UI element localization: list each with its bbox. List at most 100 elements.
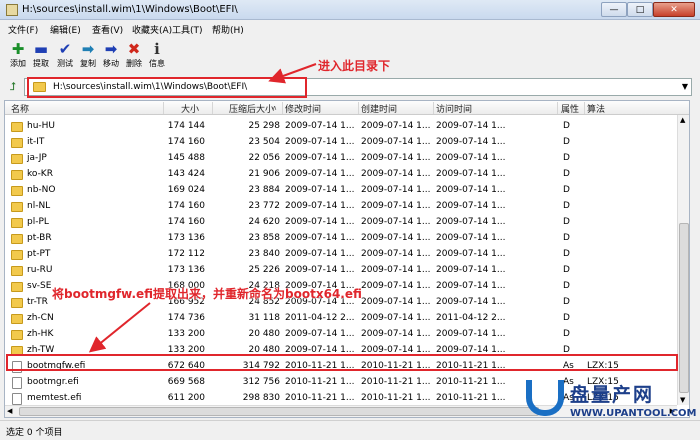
file-packed-size: 25 226	[248, 265, 281, 275]
file-size: 173 136	[167, 265, 205, 275]
minimize-button[interactable]: —	[601, 2, 627, 17]
file-row[interactable]: pl-PL 174 160 24 620 2009-07-14 1... 2009-07…	[5, 215, 677, 231]
file-row[interactable]: zh-CN 174 736 31 118 2011-04-12 2... 2009-07…	[5, 311, 677, 327]
file-size: 174 736	[167, 313, 205, 323]
file-name: sv-SE	[27, 281, 52, 291]
info-button[interactable]: ℹ 信息	[145, 40, 169, 72]
scroll-left-icon[interactable]: ◀	[7, 407, 12, 415]
annotation-extract-note: 将bootmgfw.efi提取出来，并重新命名为bootx64.efi	[52, 287, 362, 301]
column-divider[interactable]	[358, 102, 359, 114]
column-divider[interactable]	[433, 102, 434, 114]
file-created: 2010-11-21 1...	[361, 377, 431, 387]
title-bar: H:\sources\install.wim\1\Windows\Boot\EF…	[0, 0, 700, 20]
file-row[interactable]: pt-BR 173 136 23 858 2009-07-14 1... 2009-07…	[5, 231, 677, 247]
column-divider[interactable]	[584, 102, 585, 114]
column-divider[interactable]	[557, 102, 558, 114]
file-accessed: 2009-07-14 1...	[436, 329, 506, 339]
delete-icon: ✖	[127, 40, 141, 58]
column-modified[interactable]: 修改时间	[285, 102, 321, 115]
file-modified: 2010-11-21 1...	[285, 393, 355, 403]
scroll-thumb-horizontal[interactable]	[19, 407, 539, 416]
column-divider[interactable]	[212, 102, 213, 114]
file-created: 2010-11-21 1...	[361, 393, 431, 403]
menu-tools[interactable]: 工具(T)	[172, 23, 203, 36]
file-name: zh-HK	[27, 329, 54, 339]
address-highlight-box	[27, 77, 307, 98]
file-packed-size: 22 056	[248, 153, 281, 163]
status-text: 选定 0 个项目	[6, 428, 63, 438]
file-icon	[12, 393, 22, 405]
file-packed-size: 24 620	[248, 217, 281, 227]
file-modified: 2009-07-14 1...	[285, 233, 355, 243]
file-row[interactable]: nl-NL 174 160 23 772 2009-07-14 1... 2009-07…	[5, 199, 677, 215]
file-name: ru-RU	[27, 265, 53, 275]
column-attributes[interactable]: 属性	[561, 102, 579, 115]
column-divider[interactable]	[282, 102, 283, 114]
menu-edit[interactable]: 编辑(E)	[50, 23, 81, 36]
file-modified: 2009-07-14 1...	[285, 137, 355, 147]
file-created: 2009-07-14 1...	[361, 137, 431, 147]
file-name: ko-KR	[27, 169, 53, 179]
file-accessed: 2009-07-14 1...	[436, 281, 506, 291]
file-row[interactable]: zh-HK 133 200 20 480 2009-07-14 1... 2009-07…	[5, 327, 677, 343]
folder-icon	[11, 250, 23, 260]
file-row[interactable]: pt-PT 172 112 23 840 2009-07-14 1... 2009-07…	[5, 247, 677, 263]
file-created: 2009-07-14 1...	[361, 297, 431, 307]
file-packed-size: 23 840	[248, 249, 281, 259]
add-icon: ✚	[11, 40, 25, 58]
sort-ascending-icon: ∧	[272, 104, 278, 112]
file-row[interactable]: nb-NO 169 024 23 884 2009-07-14 1... 2009-07…	[5, 183, 677, 199]
column-size[interactable]: 大小	[181, 102, 199, 115]
maximize-button[interactable]: □	[627, 2, 653, 17]
vertical-scrollbar[interactable]: ▲ ▼	[677, 115, 689, 405]
column-divider[interactable]	[163, 102, 164, 114]
file-row[interactable]: hu-HU 174 144 25 298 2009-07-14 1... 2009-07…	[5, 119, 677, 135]
file-name: memtest.efi	[27, 393, 82, 403]
column-created[interactable]: 创建时间	[361, 102, 397, 115]
file-row[interactable]: ko-KR 143 424 21 906 2009-07-14 1... 2009-07…	[5, 167, 677, 183]
menu-view[interactable]: 查看(V)	[92, 23, 123, 36]
file-row[interactable]: it-IT 174 160 23 504 2009-07-14 1... 2009-07…	[5, 135, 677, 151]
file-created: 2009-07-14 1...	[361, 233, 431, 243]
file-accessed: 2009-07-14 1...	[436, 121, 506, 131]
file-name: pt-PT	[27, 249, 51, 259]
up-folder-icon[interactable]: ⮥	[6, 80, 20, 94]
chevron-down-icon[interactable]: ▼	[682, 82, 688, 91]
scroll-thumb[interactable]	[679, 223, 689, 393]
u-logo-icon	[526, 380, 564, 416]
file-accessed: 2009-07-14 1...	[436, 249, 506, 259]
menu-bar: 文件(F) 编辑(E) 查看(V) 收藏夹(A) 工具(T) 帮助(H)	[0, 20, 700, 38]
folder-icon	[11, 314, 23, 324]
file-accessed: 2009-07-14 1...	[436, 169, 506, 179]
file-modified: 2009-07-14 1...	[285, 201, 355, 211]
file-created: 2009-07-14 1...	[361, 249, 431, 259]
column-method[interactable]: 算法	[587, 102, 605, 115]
folder-icon	[11, 186, 23, 196]
file-attributes: D	[563, 249, 570, 259]
file-attributes: D	[563, 297, 570, 307]
file-modified: 2010-11-21 1...	[285, 377, 355, 387]
file-accessed: 2009-07-14 1...	[436, 185, 506, 195]
menu-help[interactable]: 帮助(H)	[212, 23, 244, 36]
file-size: 611 200	[167, 393, 205, 403]
file-packed-size: 20 480	[248, 329, 281, 339]
close-button[interactable]: ✕	[653, 2, 695, 17]
column-name[interactable]: 名称	[11, 102, 29, 115]
file-packed-size: 25 298	[248, 121, 281, 131]
info-label: 信息	[149, 59, 165, 68]
file-row[interactable]: ru-RU 173 136 25 226 2009-07-14 1... 2009-07…	[5, 263, 677, 279]
file-name: zh-CN	[27, 313, 54, 323]
scroll-up-icon[interactable]: ▲	[680, 116, 685, 124]
column-accessed[interactable]: 访问时间	[436, 102, 472, 115]
folder-icon	[11, 266, 23, 276]
file-modified: 2009-07-14 1...	[285, 185, 355, 195]
file-packed-size: 312 756	[242, 377, 280, 387]
column-packed[interactable]: 压缩后大小	[229, 102, 274, 115]
file-size: 173 136	[167, 233, 205, 243]
menu-favorites[interactable]: 收藏夹(A)	[132, 23, 172, 36]
file-row[interactable]: ja-JP 145 488 22 056 2009-07-14 1... 2009-07…	[5, 151, 677, 167]
menu-file[interactable]: 文件(F)	[8, 23, 38, 36]
file-name: nb-NO	[27, 185, 56, 195]
file-accessed: 2010-11-21 1...	[436, 393, 506, 403]
file-packed-size: 21 906	[248, 169, 281, 179]
